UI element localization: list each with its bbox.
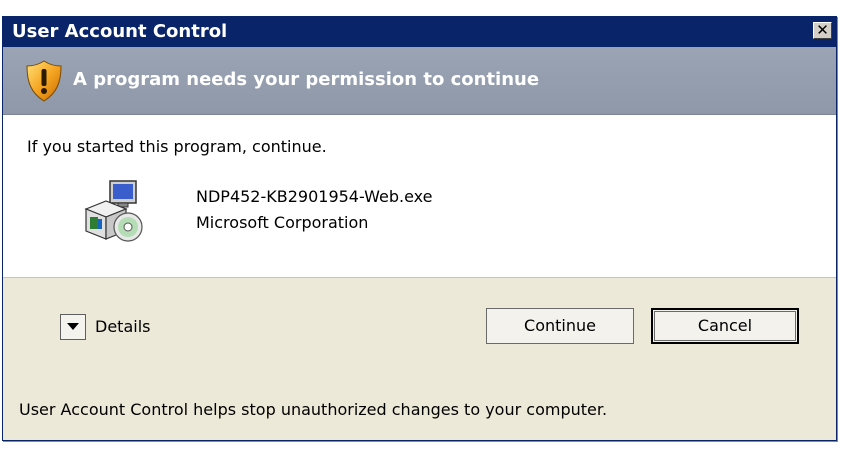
chevron-down-icon — [67, 323, 79, 330]
close-icon: ✕ — [816, 21, 829, 39]
shield-warning-icon — [26, 60, 62, 102]
prompt-text: If you started this program, continue. — [27, 137, 327, 156]
action-bar: Details Continue Cancel — [3, 277, 836, 384]
program-publisher: Microsoft Corporation — [196, 213, 369, 232]
window-title: User Account Control — [12, 21, 228, 42]
footer: User Account Control helps stop unauthor… — [3, 383, 836, 440]
program-setup-icon — [84, 180, 143, 242]
uac-dialog: User Account Control ✕ A program needs y… — [2, 16, 837, 441]
title-bar[interactable]: User Account Control ✕ — [3, 17, 836, 47]
cancel-label: Cancel — [697, 316, 753, 335]
details-label[interactable]: Details — [95, 317, 150, 336]
program-name: NDP452-KB2901954-Web.exe — [196, 187, 433, 206]
header-message: A program needs your permission to conti… — [73, 69, 540, 90]
details-toggle-button[interactable] — [60, 314, 86, 340]
close-button[interactable]: ✕ — [813, 22, 832, 39]
footer-text: User Account Control helps stop unauthor… — [19, 400, 608, 419]
body-panel: If you started this program, continue. N… — [3, 115, 836, 277]
header-band: A program needs your permission to conti… — [3, 47, 836, 115]
continue-button[interactable]: Continue — [486, 308, 634, 344]
cancel-button[interactable]: Cancel — [651, 308, 799, 344]
